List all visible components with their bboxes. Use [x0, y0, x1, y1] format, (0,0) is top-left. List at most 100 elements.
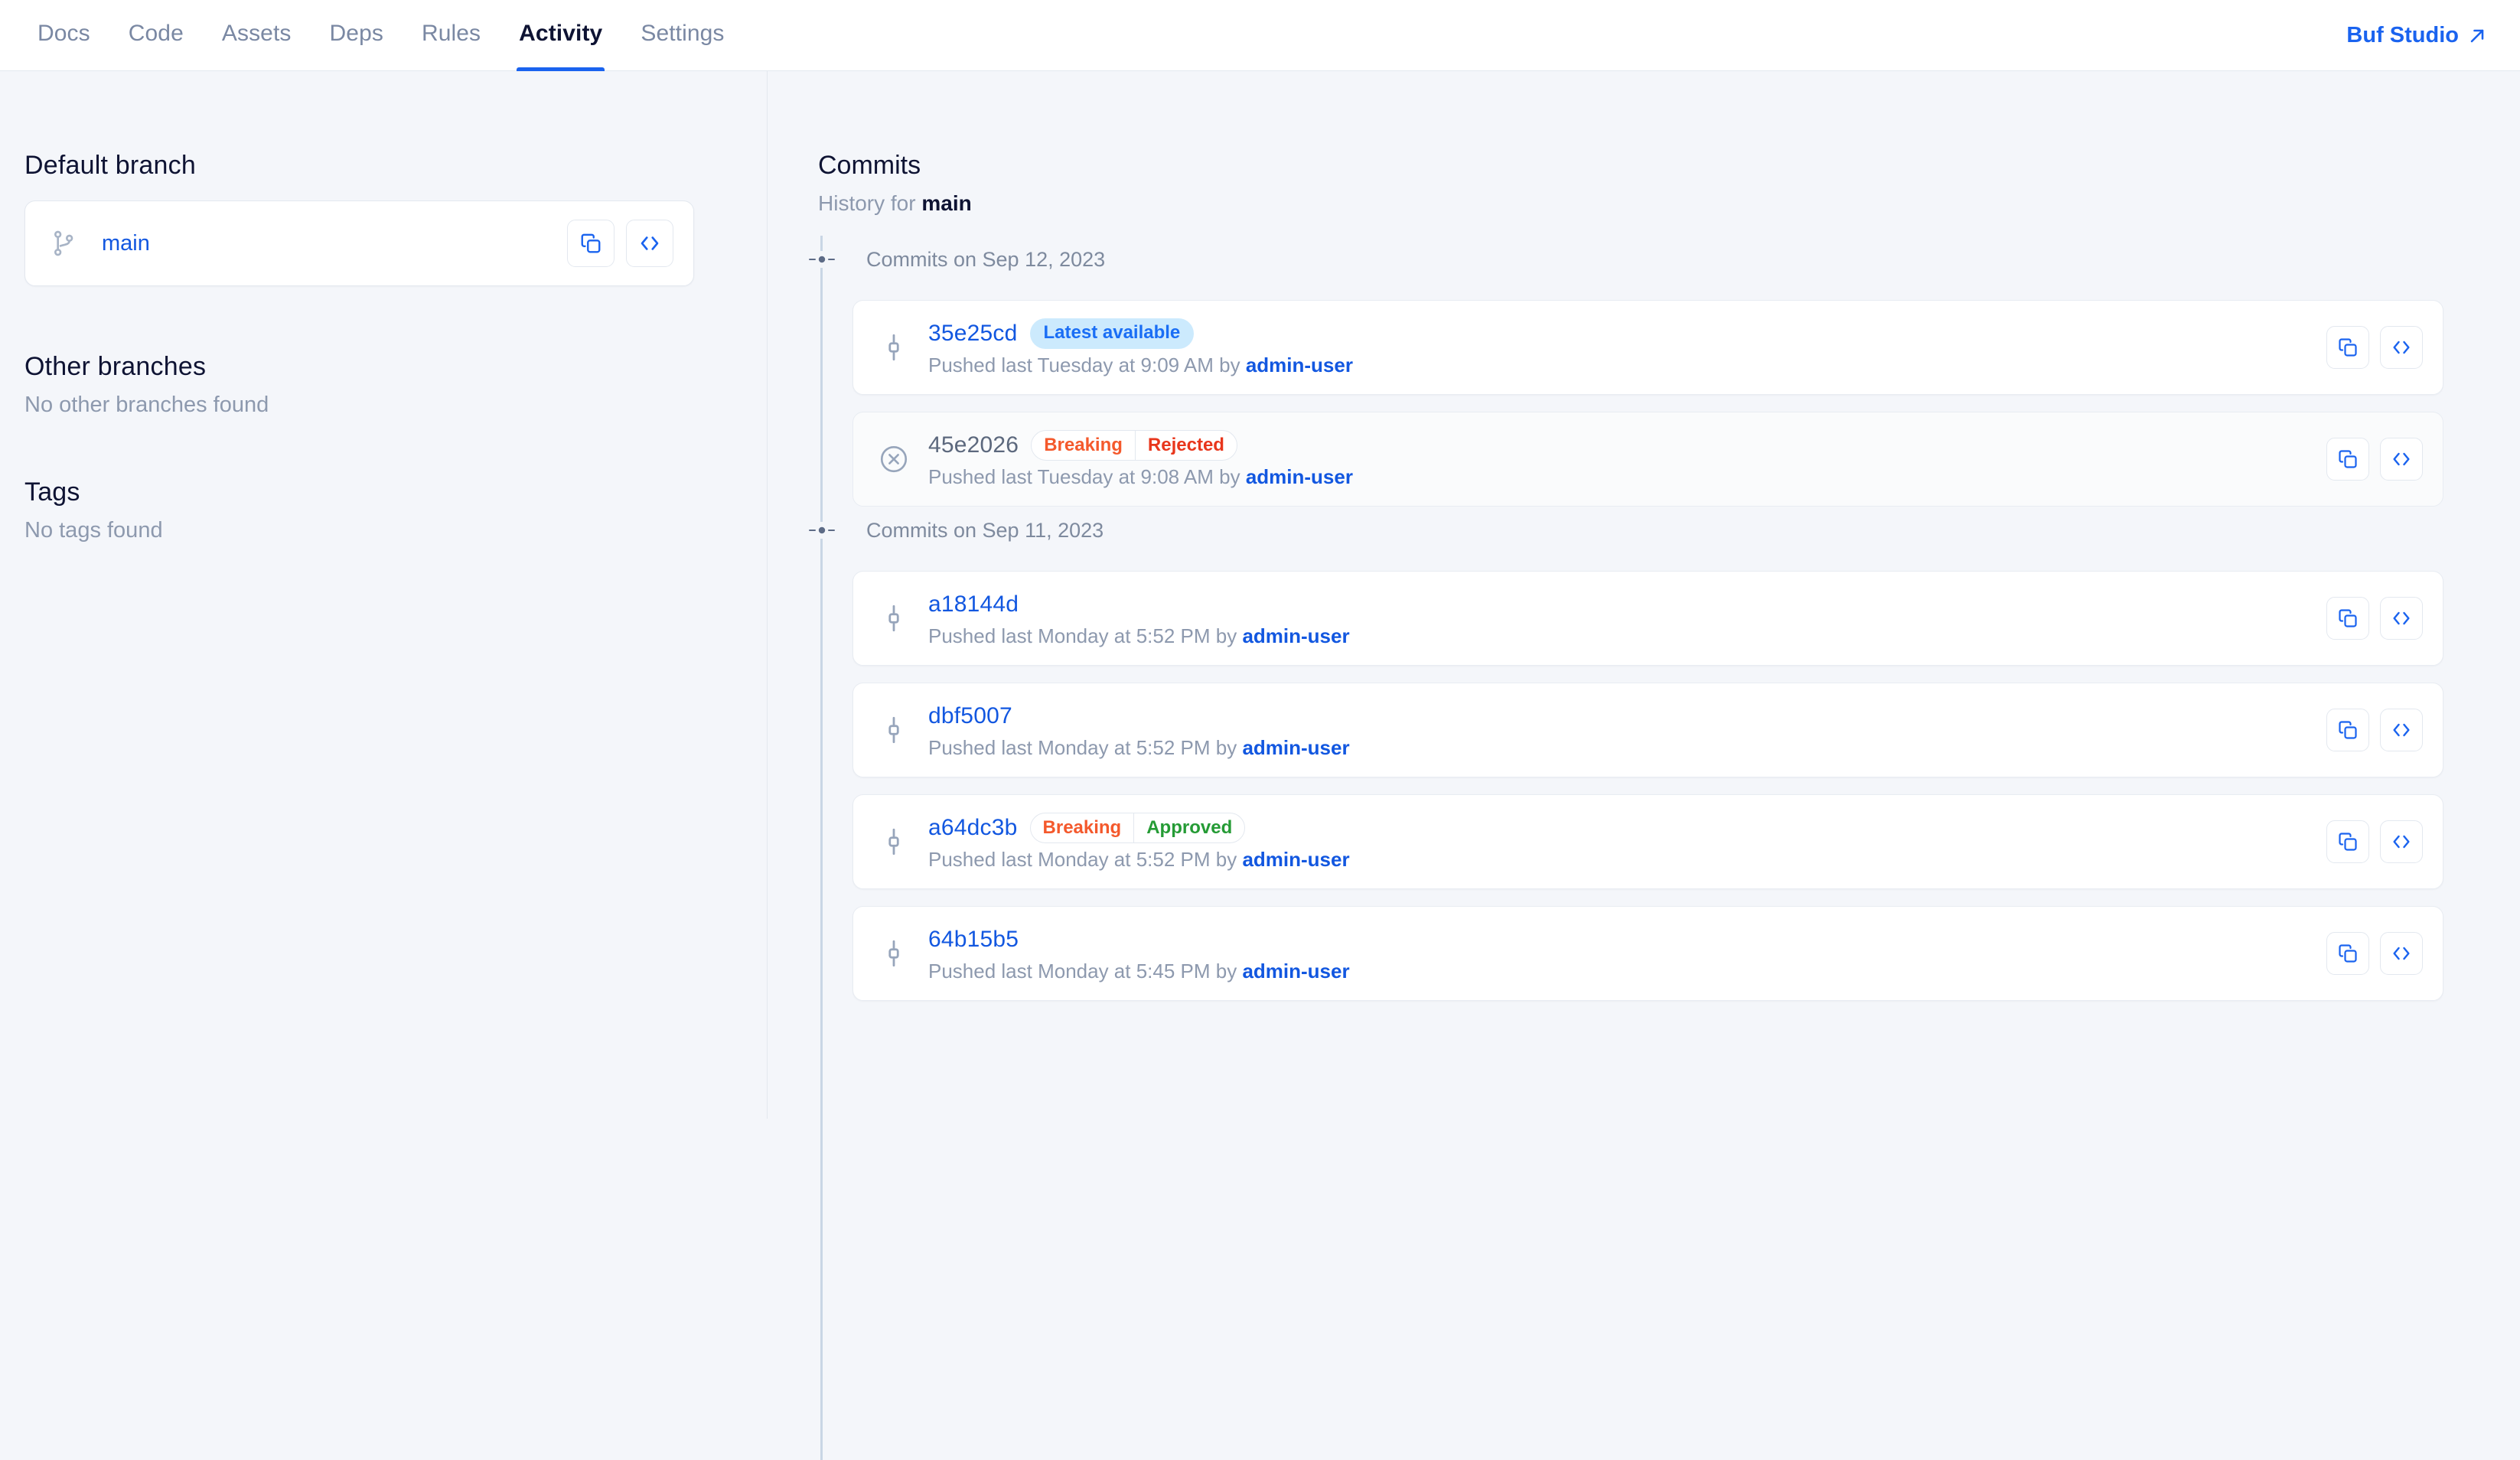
commit-pushed-meta: Pushed last Monday at 5:52 PM by admin-u…: [928, 848, 1350, 872]
default-branch-card: main: [24, 200, 694, 286]
tags-heading: Tags: [24, 477, 80, 507]
code-icon: [2391, 831, 2412, 852]
git-commit-icon: [876, 330, 911, 365]
view-branch-code-button[interactable]: [626, 220, 673, 267]
commit-row[interactable]: dbf5007 Pushed last Monday at 5:52 PM by …: [852, 683, 2443, 777]
tab-rules[interactable]: Rules: [403, 0, 500, 71]
commit-author-link[interactable]: admin-user: [1242, 736, 1349, 759]
code-icon: [2391, 943, 2412, 964]
commit-details: dbf5007 Pushed last Monday at 5:52 PM by …: [928, 701, 1350, 760]
tab-assets[interactable]: Assets: [203, 0, 311, 71]
commit-headline: dbf5007: [928, 701, 1350, 732]
copy-commit-button[interactable]: [2326, 438, 2369, 481]
copy-commit-button[interactable]: [2326, 932, 2369, 975]
commit-author-link[interactable]: admin-user: [1246, 465, 1353, 488]
commit-group-label: Commits on Sep 11, 2023: [866, 518, 1104, 542]
nav-tabs: Docs Code Assets Deps Rules Activity Settings: [18, 0, 744, 71]
other-branches-empty-state: No other branches found: [24, 393, 269, 417]
commit-details: a18144d Pushed last Monday at 5:52 PM by …: [928, 589, 1350, 648]
x-circle-icon: [876, 442, 911, 477]
commit-details: 45e2026 Breaking Rejected Pushed last Tuesd…: [928, 429, 1353, 489]
copy-branch-button[interactable]: [567, 220, 615, 267]
copy-icon: [2337, 719, 2359, 741]
commits-heading: Commits: [818, 151, 921, 180]
commit-pushed-text: Pushed last Tuesday at 9:09 AM by: [928, 353, 1246, 376]
tags-empty-state: No tags found: [24, 518, 163, 543]
tab-code[interactable]: Code: [109, 0, 203, 71]
commit-group-label: Commits on Sep 12, 2023: [866, 247, 1106, 271]
commits-panel: Commits History for main Commits on Sep …: [768, 71, 2520, 1460]
commits-subtitle: History for main: [818, 191, 2443, 216]
default-branch-name[interactable]: main: [102, 231, 150, 256]
commit-headline: a18144d: [928, 589, 1350, 620]
commit-sha-link[interactable]: 64b15b5: [928, 927, 1019, 953]
commit-pushed-text: Pushed last Monday at 5:52 PM by: [928, 735, 1243, 759]
status-badge: Latest available: [1029, 318, 1195, 349]
commit-sha-link[interactable]: a64dc3b: [928, 815, 1018, 841]
commit-headline: 64b15b5: [928, 924, 1350, 955]
git-commit-icon: [876, 936, 911, 971]
commit-sha-link[interactable]: dbf5007: [928, 703, 1012, 729]
status-badge-approved: Approved: [1133, 813, 1244, 842]
tab-settings[interactable]: Settings: [621, 0, 743, 71]
view-commit-code-button[interactable]: [2380, 326, 2423, 369]
git-branch-icon: [48, 227, 80, 259]
commit-pushed-text: Pushed last Monday at 5:52 PM by: [928, 847, 1243, 871]
commit-pushed-meta: Pushed last Monday at 5:52 PM by admin-u…: [928, 736, 1350, 760]
commit-details: 35e25cd Latest available Pushed last Tuesd…: [928, 318, 1353, 377]
commit-pushed-text: Pushed last Tuesday at 9:08 AM by: [928, 464, 1246, 488]
commit-author-link[interactable]: admin-user: [1242, 960, 1349, 983]
status-badge-breaking: Breaking: [1042, 816, 1122, 838]
tab-docs[interactable]: Docs: [18, 0, 109, 71]
commit-sha-link[interactable]: a18144d: [928, 591, 1019, 618]
commit-pushed-text: Pushed last Monday at 5:45 PM by: [928, 959, 1243, 983]
commit-row[interactable]: 35e25cd Latest available Pushed last Tuesd…: [852, 300, 2443, 395]
commit-details: a64dc3b Breaking Approved Pushed last Monda…: [928, 812, 1350, 872]
commit-pushed-meta: Pushed last Tuesday at 9:09 AM by admin-…: [928, 354, 1353, 377]
code-icon: [2391, 719, 2412, 741]
other-branches-heading: Other branches: [24, 352, 207, 381]
view-commit-code-button[interactable]: [2380, 932, 2423, 975]
view-commit-code-button[interactable]: [2380, 438, 2423, 481]
commit-row[interactable]: 64b15b5 Pushed last Monday at 5:45 PM by …: [852, 906, 2443, 1001]
top-navigation-bar: Docs Code Assets Deps Rules Activity Settings …: [0, 0, 2520, 71]
copy-commit-button[interactable]: [2326, 597, 2369, 640]
commit-headline: 35e25cd Latest available: [928, 318, 1353, 349]
default-branch-actions: [567, 220, 673, 267]
commit-group-header: Commits on Sep 12, 2023: [808, 236, 2443, 283]
commit-details: 64b15b5 Pushed last Monday at 5:45 PM by …: [928, 924, 1350, 983]
buf-studio-link[interactable]: Buf Studio: [2346, 0, 2492, 71]
commit-row-actions: [2326, 438, 2423, 481]
commit-author-link[interactable]: admin-user: [1242, 848, 1349, 871]
commit-row[interactable]: 45e2026 Breaking Rejected Pushed last Tuesd…: [852, 412, 2443, 507]
copy-commit-button[interactable]: [2326, 820, 2369, 863]
timeline-node-icon: [808, 251, 836, 268]
commit-headline: 45e2026 Breaking Rejected: [928, 429, 1353, 461]
tab-activity[interactable]: Activity: [500, 0, 621, 71]
code-icon: [2391, 608, 2412, 629]
commit-author-link[interactable]: admin-user: [1242, 624, 1349, 647]
commits-subtitle-branch: main: [921, 191, 972, 215]
copy-icon: [2337, 608, 2359, 629]
commit-author-link[interactable]: admin-user: [1246, 354, 1353, 376]
commit-pushed-meta: Pushed last Monday at 5:45 PM by admin-u…: [928, 960, 1350, 983]
copy-icon: [2337, 943, 2359, 964]
buf-studio-label: Buf Studio: [2346, 23, 2459, 47]
commits-subtitle-prefix: History for: [818, 191, 922, 215]
view-commit-code-button[interactable]: [2380, 709, 2423, 751]
commit-pushed-text: Pushed last Monday at 5:52 PM by: [928, 624, 1243, 647]
tab-deps[interactable]: Deps: [311, 0, 403, 71]
commit-sha-link[interactable]: 35e25cd: [928, 321, 1018, 347]
commits-timeline: Commits on Sep 12, 2023 35e25cd Latest ava…: [808, 236, 2443, 1460]
commit-row[interactable]: a64dc3b Breaking Approved Pushed last Monda…: [852, 794, 2443, 889]
view-commit-code-button[interactable]: [2380, 820, 2423, 863]
copy-icon: [579, 232, 602, 255]
view-commit-code-button[interactable]: [2380, 597, 2423, 640]
copy-commit-button[interactable]: [2326, 709, 2369, 751]
status-badge-rejected: Rejected: [1134, 430, 1237, 460]
code-icon: [2391, 448, 2412, 470]
commit-row[interactable]: a18144d Pushed last Monday at 5:52 PM by …: [852, 571, 2443, 666]
status-badge-group: Breaking Approved: [1029, 812, 1246, 843]
copy-commit-button[interactable]: [2326, 326, 2369, 369]
